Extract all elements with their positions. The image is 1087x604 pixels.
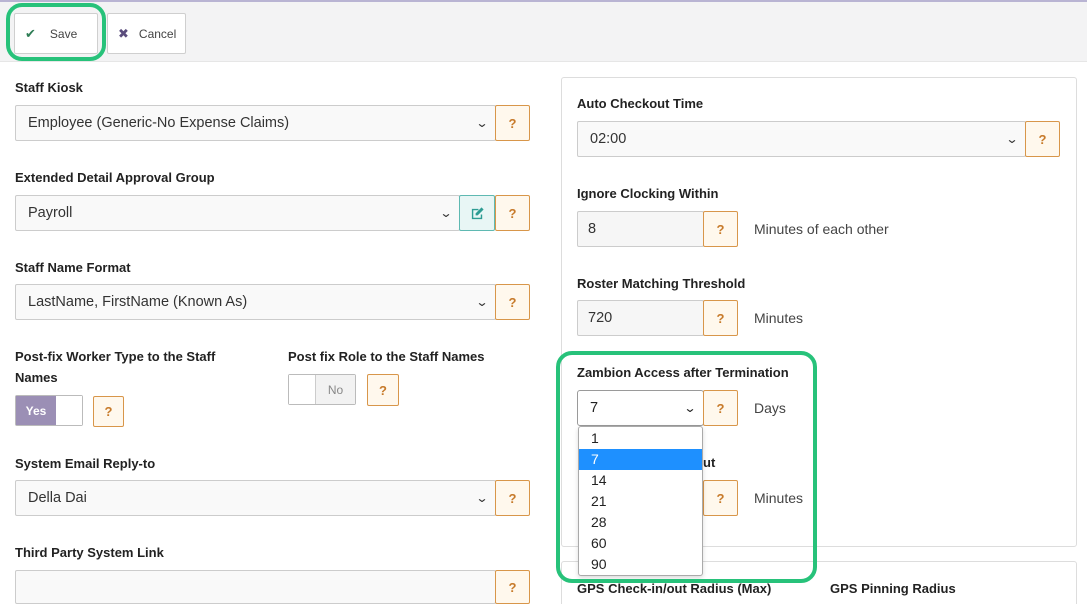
postfix-worker-label-line1: Post-fix Worker Type to the Staff	[15, 349, 216, 364]
chevron-down-icon: ⌄	[1005, 132, 1019, 146]
postfix-worker-label-line2: Names	[15, 370, 58, 385]
toggle-yes: Yes	[16, 396, 56, 425]
name-format-help-button[interactable]: ?	[495, 284, 530, 320]
gps-pinning-label: GPS Pinning Radius	[830, 581, 956, 596]
staff-kiosk-label: Staff Kiosk	[15, 80, 83, 95]
name-format-value: LastName, FirstName (Known As)	[28, 294, 248, 310]
toggle-handle	[289, 375, 316, 404]
roster-threshold-label: Roster Matching Threshold	[577, 276, 746, 291]
cancel-label: Cancel	[138, 26, 177, 41]
postfix-role-help-button[interactable]: ?	[367, 374, 399, 406]
email-reply-label: System Email Reply-to	[15, 456, 156, 471]
staff-kiosk-help-button[interactable]: ?	[495, 105, 530, 141]
email-reply-select[interactable]: Della Dai ⌄	[15, 480, 496, 516]
approval-group-help-button[interactable]: ?	[495, 195, 530, 231]
chevron-down-icon: ⌄	[439, 206, 453, 220]
chevron-down-icon: ⌄	[475, 295, 489, 309]
auto-checkout-label: Auto Checkout Time	[577, 96, 704, 111]
approval-group-edit-button[interactable]	[459, 195, 495, 231]
auto-checkout-help-button[interactable]: ?	[1025, 121, 1060, 157]
third-party-input[interactable]	[15, 570, 496, 604]
roster-threshold-value: 720	[588, 310, 613, 326]
ignore-clocking-unit: Minutes of each other	[754, 221, 889, 237]
roster-threshold-help-button[interactable]: ?	[703, 300, 738, 336]
third-party-label: Third Party System Link	[15, 545, 164, 560]
toggle-no: No	[316, 375, 355, 404]
name-format-label: Staff Name Format	[15, 260, 131, 275]
save-highlight	[6, 3, 106, 61]
approval-group-label: Extended Detail Approval Group	[15, 170, 215, 185]
roster-threshold-input[interactable]: 720	[577, 300, 704, 336]
approval-group-value: Payroll	[28, 205, 73, 221]
name-format-select[interactable]: LastName, FirstName (Known As) ⌄	[15, 284, 496, 320]
roster-threshold-unit: Minutes	[754, 310, 804, 326]
staff-kiosk-select[interactable]: Employee (Generic-No Expense Claims) ⌄	[15, 105, 496, 141]
close-icon: ✖	[118, 25, 129, 41]
ignore-clocking-help-button[interactable]: ?	[703, 211, 738, 247]
email-reply-help-button[interactable]: ?	[495, 480, 530, 516]
chevron-down-icon: ⌄	[475, 491, 489, 505]
ignore-clocking-input[interactable]: 8	[577, 211, 704, 247]
email-reply-value: Della Dai	[28, 490, 87, 506]
postfix-role-toggle[interactable]: No	[288, 374, 356, 405]
staff-kiosk-value: Employee (Generic-No Expense Claims)	[28, 115, 290, 131]
ignore-clocking-value: 8	[588, 221, 597, 237]
postfix-role-label: Post fix Role to the Staff Names	[288, 349, 485, 364]
approval-group-select[interactable]: Payroll ⌄	[15, 195, 460, 231]
zambion-highlight	[556, 351, 817, 583]
third-party-help-button[interactable]: ?	[495, 570, 530, 604]
ignore-clocking-label: Ignore Clocking Within	[577, 186, 719, 201]
toolbar: ✔ Save ✖ Cancel	[0, 0, 1087, 62]
chevron-down-icon: ⌄	[475, 116, 489, 130]
cancel-button[interactable]: ✖ Cancel	[107, 13, 186, 54]
auto-checkout-select[interactable]: 02:00 ⌄	[577, 121, 1026, 157]
postfix-worker-help-button[interactable]: ?	[93, 396, 124, 427]
postfix-worker-toggle[interactable]: Yes	[15, 395, 83, 426]
toggle-handle	[56, 396, 82, 425]
edit-icon	[471, 206, 484, 219]
auto-checkout-value: 02:00	[590, 131, 627, 147]
